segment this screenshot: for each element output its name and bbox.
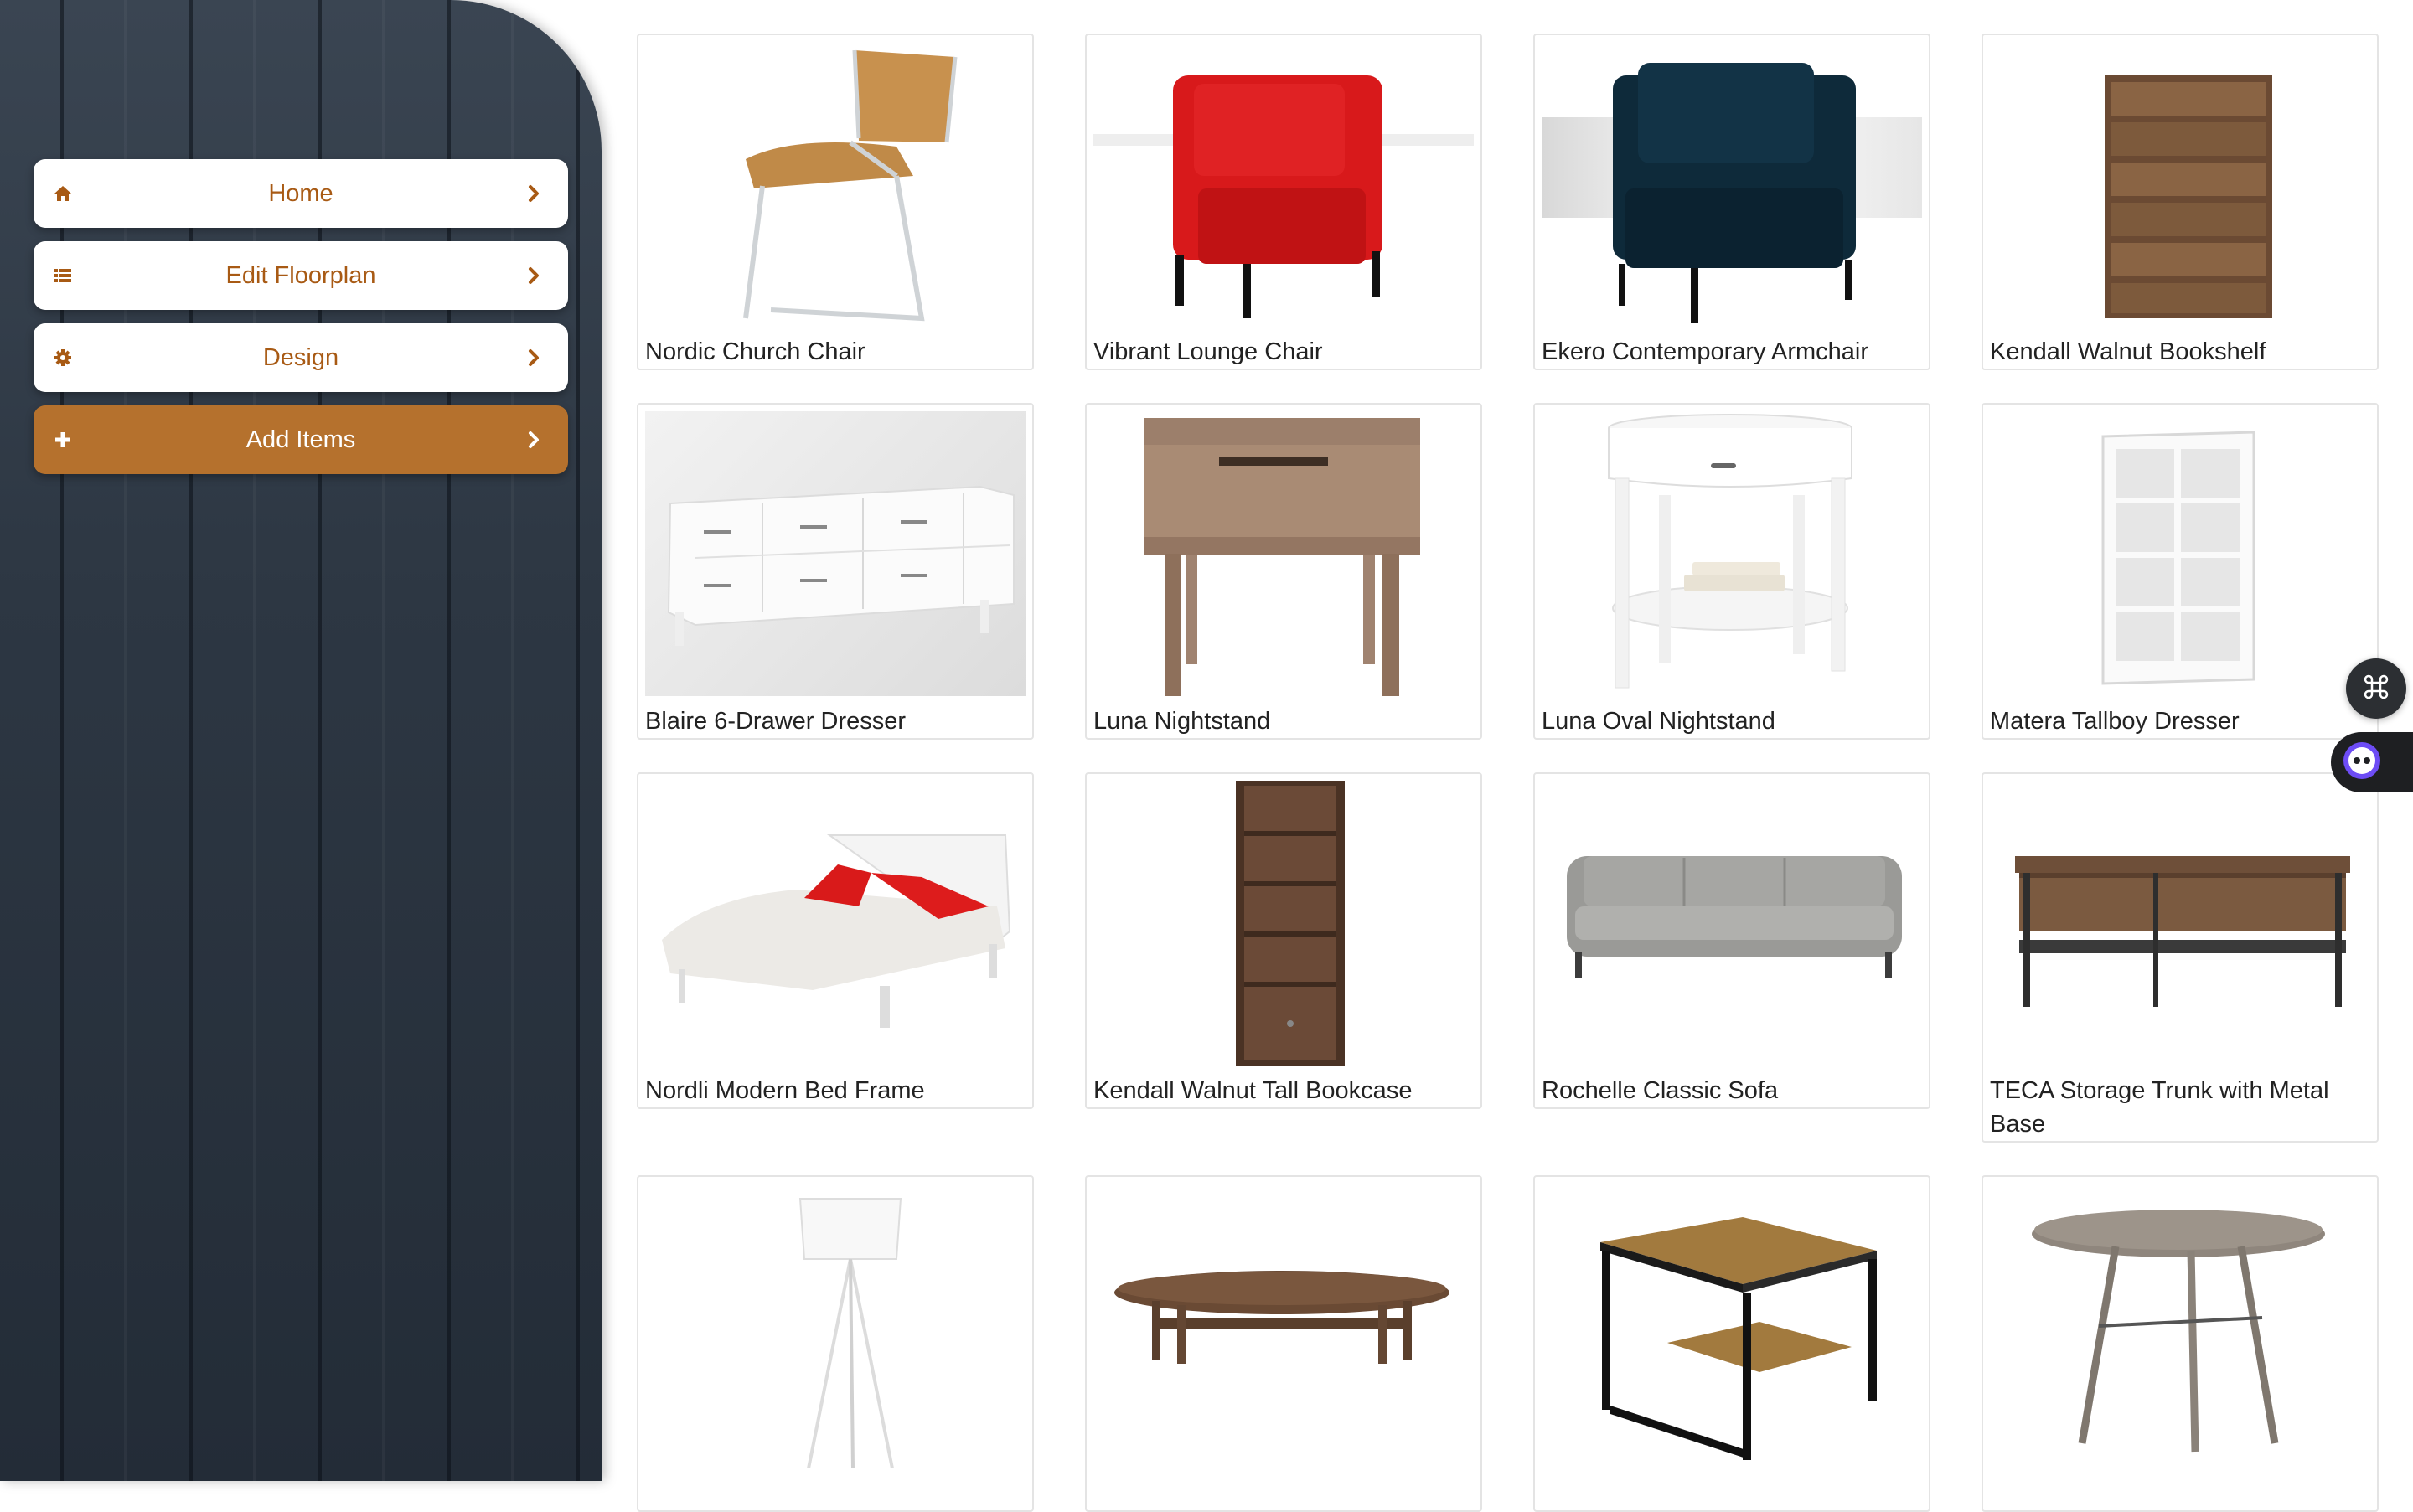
item-image bbox=[645, 411, 1026, 696]
item-card[interactable]: Rochelle Classic Sofa bbox=[1533, 772, 1930, 1109]
item-card[interactable] bbox=[637, 1175, 1034, 1512]
chevron-right-icon bbox=[524, 183, 543, 204]
item-card[interactable]: Luna Nightstand bbox=[1085, 403, 1482, 740]
chevron-right-icon bbox=[524, 347, 543, 369]
assistant-button[interactable] bbox=[2331, 732, 2413, 792]
item-image bbox=[645, 42, 1026, 327]
item-card[interactable]: Ekero Contemporary Armchair bbox=[1533, 34, 1930, 370]
item-name: Luna Nightstand bbox=[1093, 708, 1271, 735]
sidebar: Home Edit Floorplan Design Add Items bbox=[0, 0, 602, 1481]
item-image bbox=[1990, 411, 2370, 696]
item-card[interactable]: Luna Oval Nightstand bbox=[1533, 403, 1930, 740]
nav-edit-floorplan-button[interactable]: Edit Floorplan bbox=[34, 241, 568, 310]
item-card[interactable]: Nordic Church Chair bbox=[637, 34, 1034, 370]
sidebar-nav: Home Edit Floorplan Design Add Items bbox=[34, 159, 568, 488]
item-card[interactable]: Nordli Modern Bed Frame bbox=[637, 772, 1034, 1109]
item-image bbox=[1093, 781, 1474, 1066]
item-image bbox=[1542, 1184, 1922, 1468]
item-image bbox=[1093, 1184, 1474, 1468]
nav-add-items-button[interactable]: Add Items bbox=[34, 405, 568, 474]
item-name: Nordli Modern Bed Frame bbox=[645, 1077, 925, 1104]
nav-add-items-label: Add Items bbox=[245, 426, 356, 453]
item-card[interactable]: Kendall Walnut Bookshelf bbox=[1982, 34, 2379, 370]
item-card[interactable]: TECA Storage Trunk with Metal Base bbox=[1982, 772, 2379, 1143]
item-name: Nordic Church Chair bbox=[645, 338, 865, 365]
item-card[interactable]: Matera Tallboy Dresser bbox=[1982, 403, 2379, 740]
nav-design-button[interactable]: Design bbox=[34, 323, 568, 392]
item-name: Kendall Walnut Tall Bookcase bbox=[1093, 1077, 1413, 1104]
item-name: Kendall Walnut Bookshelf bbox=[1990, 338, 2266, 365]
item-image bbox=[1093, 42, 1474, 327]
home-icon bbox=[52, 183, 74, 204]
item-image bbox=[1542, 42, 1922, 327]
assistant-icon bbox=[2341, 740, 2383, 786]
nav-home-button[interactable]: Home bbox=[34, 159, 568, 228]
item-image bbox=[645, 1184, 1026, 1468]
item-image bbox=[645, 781, 1026, 1066]
item-card[interactable] bbox=[1085, 1175, 1482, 1512]
item-card[interactable]: Blaire 6-Drawer Dresser bbox=[637, 403, 1034, 740]
gear-icon bbox=[52, 347, 74, 369]
item-card[interactable]: Kendall Walnut Tall Bookcase bbox=[1085, 772, 1482, 1109]
nav-home-label: Home bbox=[268, 179, 333, 207]
item-card[interactable] bbox=[1533, 1175, 1930, 1512]
chevron-right-icon bbox=[524, 265, 543, 286]
item-image bbox=[1990, 781, 2370, 1066]
item-name: Vibrant Lounge Chair bbox=[1093, 338, 1323, 365]
nav-design-label: Design bbox=[262, 343, 339, 371]
item-image bbox=[1542, 411, 1922, 696]
item-name: Luna Oval Nightstand bbox=[1542, 708, 1775, 735]
item-image bbox=[1542, 781, 1922, 1066]
item-name: Ekero Contemporary Armchair bbox=[1542, 338, 1869, 365]
item-name: Rochelle Classic Sofa bbox=[1542, 1077, 1779, 1104]
item-card[interactable]: Vibrant Lounge Chair bbox=[1085, 34, 1482, 370]
chevron-right-icon bbox=[524, 429, 543, 451]
item-image bbox=[1990, 1184, 2370, 1468]
command-button[interactable] bbox=[2346, 658, 2406, 719]
item-card[interactable] bbox=[1982, 1175, 2379, 1512]
item-name: Blaire 6-Drawer Dresser bbox=[645, 708, 907, 735]
nav-edit-floorplan-label: Edit Floorplan bbox=[225, 261, 376, 289]
list-icon bbox=[52, 265, 74, 286]
item-image bbox=[1990, 42, 2370, 327]
plus-icon bbox=[52, 429, 74, 451]
command-icon bbox=[2362, 673, 2390, 705]
item-name: Matera Tallboy Dresser bbox=[1990, 708, 2240, 735]
item-name: TECA Storage Trunk with Metal Base bbox=[1990, 1077, 2329, 1138]
item-image bbox=[1093, 411, 1474, 696]
